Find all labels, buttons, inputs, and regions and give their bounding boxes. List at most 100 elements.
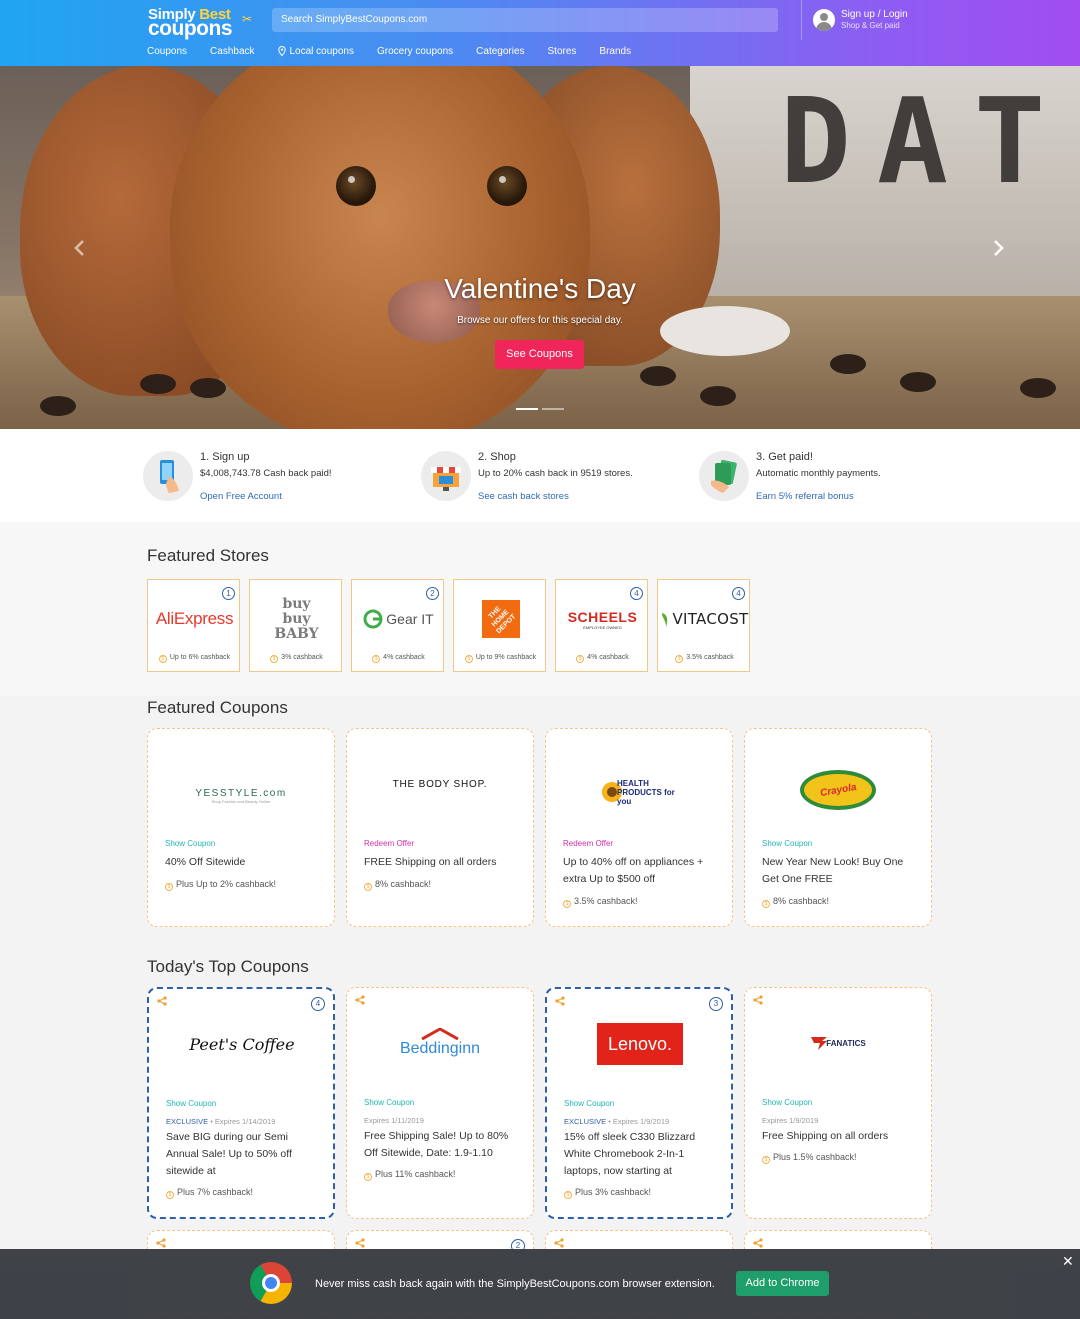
coupon-cashback-text: Plus 7% cashback!	[177, 1187, 254, 1197]
show-coupon-link[interactable]: Show Coupon	[165, 839, 215, 848]
coupon-logo: THE BODY SHOP.	[347, 729, 533, 839]
nav-cashback[interactable]: Cashback	[210, 44, 254, 58]
coupon-meta: EXCLUSIVE • Expires 1/14/2019	[166, 1117, 276, 1126]
fanatics-logo-text: FANATICS	[826, 1038, 866, 1048]
treat	[700, 386, 736, 406]
store-logo: THE HOME DEPOT	[454, 598, 547, 640]
coupon-meta: EXCLUSIVE • Expires 1/9/2019	[564, 1117, 670, 1126]
store-logo: SCHEELS EMPLOYEE OWNED	[556, 598, 649, 640]
show-coupon-link[interactable]: Show Coupon	[762, 839, 812, 848]
carousel-dot[interactable]	[542, 408, 564, 410]
store-cashback: $3% cashback	[250, 654, 343, 663]
coupon-cashback-text: Plus Up to 2% cashback!	[176, 879, 277, 889]
site-header: Simply Best coupons ✂ Search SimplyBestC…	[0, 0, 1080, 66]
hero-subtitle: Browse our offers for this special day.	[457, 315, 623, 326]
featured-coupon-card-body-shop[interactable]: THE BODY SHOP. Redeem Offer FREE Shippin…	[346, 728, 534, 927]
add-to-chrome-button[interactable]: Add to Chrome	[736, 1271, 829, 1296]
top-coupon-card-peets[interactable]: 4 Peet's Coffee Show Coupon EXCLUSIVE • …	[147, 987, 335, 1219]
carousel-dots	[516, 408, 568, 410]
coupon-logo: Peet's Coffee	[149, 989, 335, 1099]
treat	[40, 396, 76, 416]
nav-coupons[interactable]: Coupons	[147, 44, 187, 58]
coupon-cashback: $8% cashback!	[364, 879, 431, 891]
dog-eye-right	[487, 166, 527, 206]
featured-stores-title: Featured Stores	[147, 546, 269, 565]
coin-icon: $	[364, 1173, 372, 1181]
phone-tap-icon	[143, 451, 193, 501]
coupon-logo: FANATICS	[745, 988, 931, 1098]
treat	[640, 366, 676, 386]
store-card-vitacost[interactable]: 4 VITACOST $3.5% cashback	[657, 579, 750, 672]
close-icon[interactable]: ✕	[1062, 1253, 1074, 1270]
store-card-home-depot[interactable]: THE HOME DEPOT $ Up to 9% cashback	[453, 579, 546, 672]
house-roof-icon	[421, 1028, 459, 1040]
search-input[interactable]: Search SimplyBestCoupons.com	[272, 8, 778, 32]
store-card-gearit[interactable]: 2 Gear IT $4% cashback	[351, 579, 444, 672]
dog-paw	[660, 306, 790, 356]
hero-date-letterboard: DATE	[780, 72, 1080, 210]
featured-coupon-card-yesstyle[interactable]: YESSTYLE.com Shop Fashion and Beauty Onl…	[147, 728, 335, 927]
carousel-next-icon[interactable]	[990, 238, 1006, 258]
coupon-cashback-text: Plus 11% cashback!	[375, 1169, 456, 1179]
featured-coupon-card-crayola[interactable]: Crayola Show Coupon New Year New Look! B…	[744, 728, 932, 927]
store-cashback-text: 4% cashback	[587, 654, 629, 661]
share-icon[interactable]	[156, 1238, 166, 1248]
signup-login-link[interactable]: Sign up / Login	[841, 9, 908, 20]
store-cashback-text: 3.5% cashback	[686, 654, 734, 661]
redeem-offer-link[interactable]: Redeem Offer	[563, 839, 613, 848]
coupon-cashback-text: 8% cashback!	[773, 896, 830, 906]
featured-coupon-card-health-products[interactable]: HEALTH PRODUCTS for you Redeem Offer Up …	[545, 728, 733, 927]
nav-categories[interactable]: Categories	[476, 44, 524, 58]
coin-icon: $	[372, 655, 381, 663]
cash-in-hand-icon	[699, 451, 749, 501]
coin-icon: $	[675, 655, 684, 663]
open-free-account-link[interactable]: Open Free Account	[200, 491, 282, 502]
coupon-cashback-text: Plus 1.5% cashback!	[773, 1152, 857, 1162]
referral-bonus-link[interactable]: Earn 5% referral bonus	[756, 491, 854, 502]
coin-icon: $	[576, 655, 585, 663]
yesstyle-logo-text: YESSTYLE.com	[195, 788, 287, 799]
treat	[1020, 378, 1056, 398]
coupon-logo: Lenovo.	[547, 989, 733, 1099]
step-signup: 1. Sign up $4,008,743.78 Cash back paid!…	[143, 429, 403, 522]
share-icon[interactable]	[753, 1238, 763, 1248]
store-card-aliexpress[interactable]: 1 AliExpress $ Up to 6% cashback	[147, 579, 240, 672]
top-coupon-card-beddinginn[interactable]: Beddinginn Show Coupon Expires 1/11/2019…	[346, 987, 534, 1219]
share-icon[interactable]	[554, 1238, 564, 1248]
store-card-scheels[interactable]: 4 SCHEELS EMPLOYEE OWNED $4% cashback	[555, 579, 648, 672]
user-avatar-icon[interactable]	[813, 9, 835, 31]
coin-icon: $	[158, 655, 167, 663]
carousel-prev-icon[interactable]	[72, 238, 88, 258]
step-1-subtitle: $4,008,743.78 Cash back paid!	[200, 468, 332, 479]
coin-icon: $	[364, 883, 372, 891]
coupon-description: 40% Off Sitewide	[165, 856, 246, 868]
nav-stores[interactable]: Stores	[548, 44, 577, 58]
nav-brands[interactable]: Brands	[599, 44, 631, 58]
store-cashback: $ Up to 6% cashback	[148, 654, 241, 663]
top-coupon-card-lenovo[interactable]: 3 Lenovo. Show Coupon EXCLUSIVE • Expire…	[545, 987, 733, 1219]
show-coupon-link[interactable]: Show Coupon	[762, 1098, 812, 1107]
coupon-expiry: Expires 1/9/2019	[762, 1116, 819, 1125]
top-coupon-card-fanatics[interactable]: FANATICS Show Coupon Expires 1/9/2019 Fr…	[744, 987, 932, 1219]
nav-grocery-coupons[interactable]: Grocery coupons	[377, 44, 453, 58]
show-coupon-link[interactable]: Show Coupon	[166, 1099, 216, 1108]
share-icon[interactable]	[355, 1238, 365, 1248]
show-coupon-link[interactable]: Show Coupon	[364, 1098, 414, 1107]
see-coupons-button[interactable]: See Coupons	[495, 340, 584, 369]
see-cash-back-stores-link[interactable]: See cash back stores	[478, 491, 569, 502]
step-2-subtitle: Up to 20% cash back in 9519 stores.	[478, 468, 633, 479]
hero-carousel: DATE Valentine's Day Browse our offers f…	[0, 66, 1080, 429]
store-card-buybuybaby[interactable]: buy buy BABY $3% cashback	[249, 579, 342, 672]
carousel-dot[interactable]	[516, 408, 538, 410]
show-coupon-link[interactable]: Show Coupon	[564, 1099, 614, 1108]
coin-icon: $	[270, 655, 279, 663]
treat	[140, 374, 176, 394]
coupon-description: Save BIG during our Semi Annual Sale! Up…	[166, 1131, 292, 1177]
redeem-offer-link[interactable]: Redeem Offer	[364, 839, 414, 848]
gearit-logo-icon	[363, 609, 383, 629]
nav-local-coupons[interactable]: Local coupons	[277, 44, 354, 58]
buybuybaby-logo-text: buy buy BABY	[274, 595, 319, 642]
site-logo[interactable]: Simply Best coupons ✂	[148, 6, 258, 40]
extension-banner-text: Never miss cash back again with the Simp…	[315, 1278, 715, 1290]
store-logo: Gear IT	[352, 598, 445, 640]
